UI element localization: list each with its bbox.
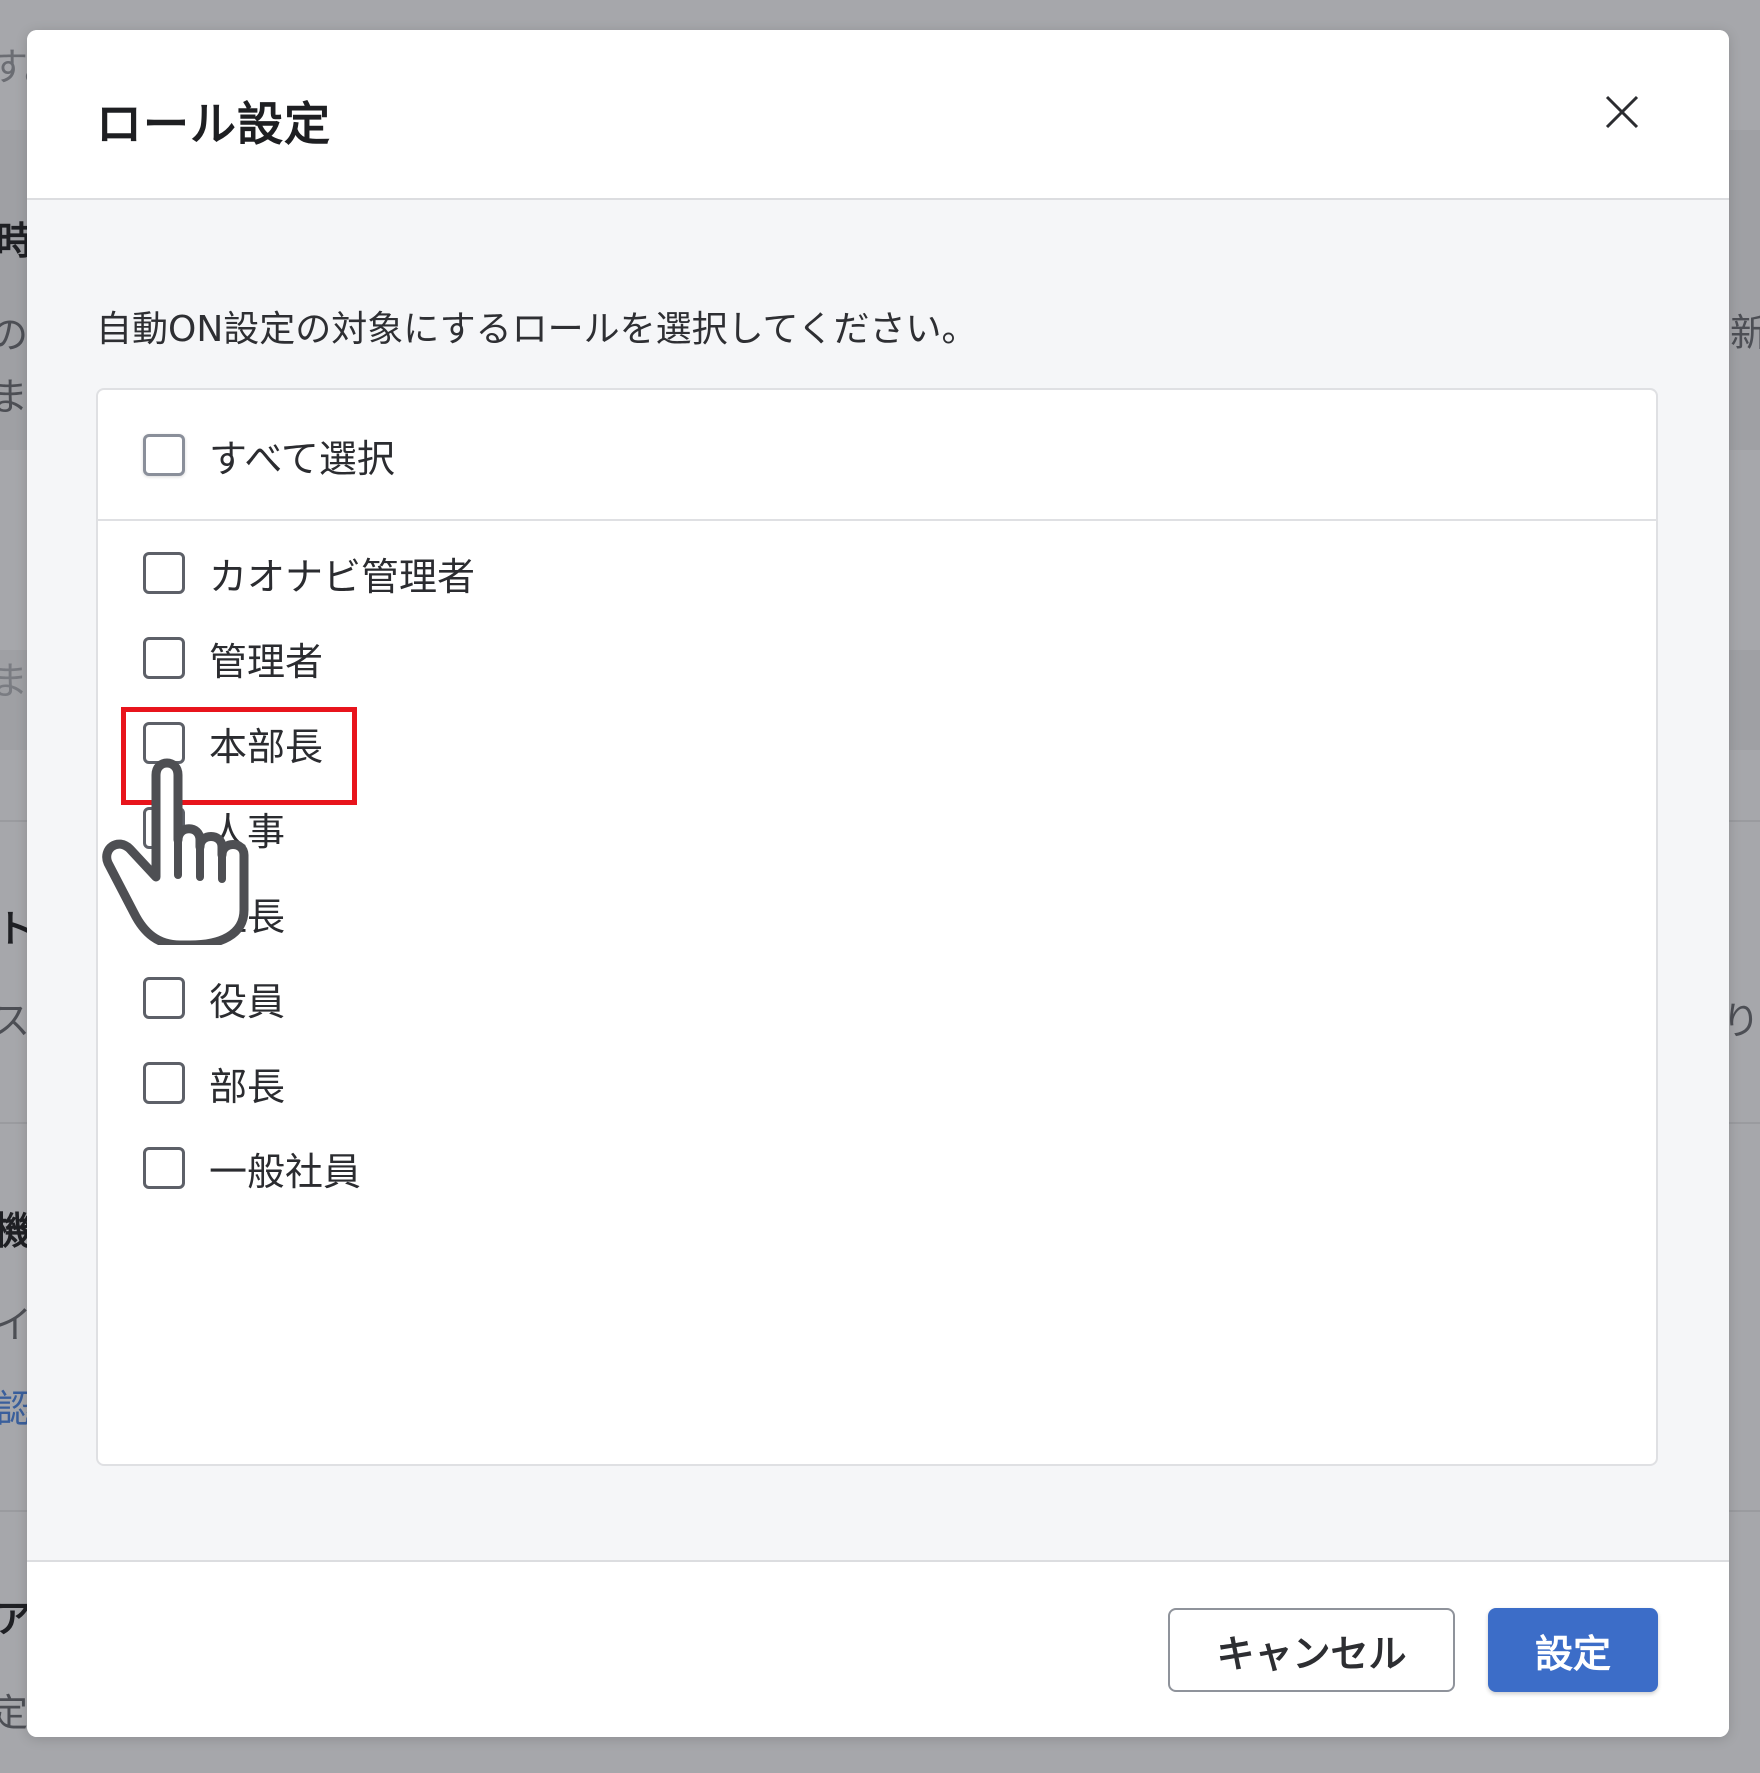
background-text: 定 xyxy=(0,1691,29,1735)
dialog-description: 自動ON設定の対象にするロールを選択してください。 xyxy=(96,309,978,350)
role-option-executive[interactable]: 役員 xyxy=(143,973,286,1024)
role-option-admin[interactable]: 管理者 xyxy=(143,633,324,684)
role-checkbox[interactable] xyxy=(143,1062,185,1104)
role-label: 役員 xyxy=(209,979,286,1024)
select-all-checkbox[interactable] xyxy=(143,434,185,476)
dialog-footer: キャンセル 設定 xyxy=(27,1560,1729,1737)
role-label: 一般社員 xyxy=(209,1149,362,1194)
background-text: ま xyxy=(0,375,29,419)
dialog-header: ロール設定 xyxy=(27,30,1729,200)
select-all-section: すべて選択 xyxy=(98,390,1656,521)
role-label: 部長 xyxy=(209,1064,286,1109)
close-button[interactable] xyxy=(1592,82,1652,142)
role-list: すべて選択 カオナビ管理者 管理者 本部長 人事 社長 役員 xyxy=(96,388,1658,1466)
role-checkbox[interactable] xyxy=(143,552,185,594)
role-settings-dialog: ロール設定 自動ON設定の対象にするロールを選択してください。 すべて選択 カオ… xyxy=(27,30,1729,1737)
role-option-general-employee[interactable]: 一般社員 xyxy=(143,1143,362,1194)
dialog-title: ロール設定 xyxy=(96,97,331,151)
background-text: 新 xyxy=(1730,311,1760,355)
role-checkbox[interactable] xyxy=(143,977,185,1019)
role-option-department-head[interactable]: 部長 xyxy=(143,1058,286,1109)
submit-button[interactable]: 設定 xyxy=(1488,1608,1658,1692)
hand-pointer-icon xyxy=(102,758,249,945)
select-all-checkbox-row[interactable]: すべて選択 xyxy=(143,430,395,481)
close-icon xyxy=(1605,95,1639,129)
role-option-kaonavi-admin[interactable]: カオナビ管理者 xyxy=(143,548,476,599)
role-checkbox[interactable] xyxy=(143,637,185,679)
role-checkbox[interactable] xyxy=(143,1147,185,1189)
background-text: ま xyxy=(0,659,29,703)
background-text: の xyxy=(0,313,29,357)
background-text: ス xyxy=(0,999,31,1043)
role-label: 管理者 xyxy=(209,639,324,684)
select-all-label: すべて選択 xyxy=(209,436,395,481)
cancel-button[interactable]: キャンセル xyxy=(1168,1608,1455,1692)
role-label: カオナビ管理者 xyxy=(209,554,476,599)
